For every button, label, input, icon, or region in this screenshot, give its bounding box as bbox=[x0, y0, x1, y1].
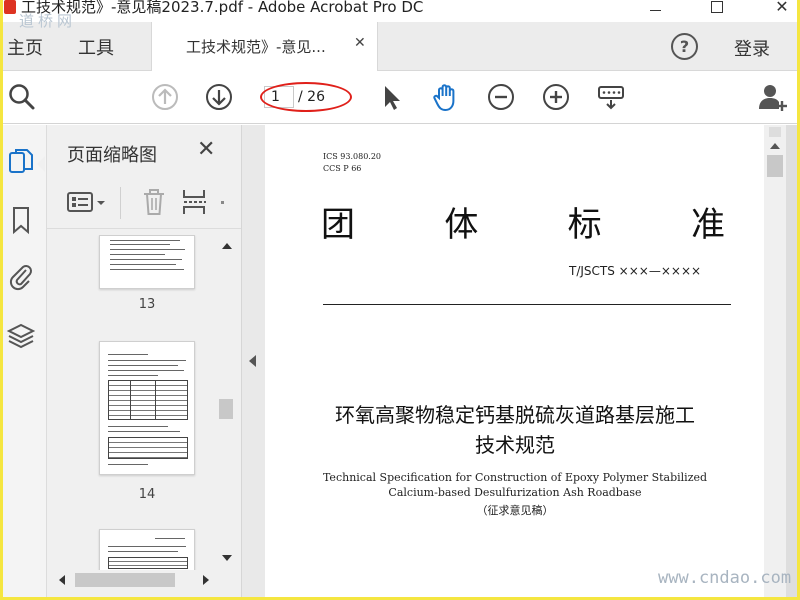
scrollbar-thumb[interactable] bbox=[767, 155, 783, 177]
scroll-down-arrow-icon[interactable] bbox=[222, 555, 232, 561]
bookmarks-icon[interactable] bbox=[7, 205, 35, 235]
red-annotation-ellipse bbox=[260, 82, 352, 112]
scroll-right-arrow-icon[interactable] bbox=[203, 575, 209, 585]
delete-page-icon[interactable] bbox=[141, 187, 167, 217]
login-button[interactable]: 登录 bbox=[734, 35, 770, 61]
doc-heading-group-standard: 团 体 标 准 bbox=[321, 197, 725, 246]
share-add-user-icon[interactable] bbox=[757, 81, 789, 113]
help-icon[interactable]: ? bbox=[671, 33, 698, 60]
page-thumbnails-panel: 页面缩略图 ✕ 13 14 bbox=[47, 125, 241, 597]
scrollbar-minimize-handle[interactable] bbox=[769, 127, 781, 137]
select-arrow-icon[interactable] bbox=[375, 81, 407, 113]
document-tab-label: 工技术规范》-意见... bbox=[186, 38, 326, 56]
watermark-top: 道桥网 bbox=[19, 12, 77, 30]
hand-tool-icon[interactable] bbox=[430, 81, 462, 113]
window-title: 工技术规范》-意见稿2023.7.pdf - Adobe Acrobat Pro… bbox=[21, 0, 424, 16]
doc-title-chinese-line2: 技术规范 bbox=[475, 433, 555, 457]
active-panel-pointer bbox=[37, 156, 45, 172]
tools-tab[interactable]: 工具 bbox=[78, 34, 114, 60]
panel-divider[interactable] bbox=[241, 125, 265, 597]
thumbnails-horizontal-scrollbar[interactable] bbox=[55, 571, 217, 589]
previous-page-icon[interactable] bbox=[149, 81, 181, 113]
doc-ics-code: ICS 93.080.20 bbox=[323, 152, 382, 161]
extract-pages-icon[interactable] bbox=[181, 187, 209, 217]
doc-heading-char: 体 bbox=[444, 205, 479, 245]
zoom-out-icon[interactable] bbox=[485, 81, 517, 113]
scrollbar-thumb[interactable] bbox=[75, 573, 175, 587]
thumbnail-page-15[interactable] bbox=[99, 529, 195, 570]
panel-title: 页面缩略图 bbox=[67, 145, 157, 166]
minimize-button[interactable] bbox=[647, 0, 667, 18]
maximize-button[interactable] bbox=[708, 0, 726, 16]
page-thumbnails-icon[interactable] bbox=[7, 147, 35, 177]
thumbnail-label: 13 bbox=[138, 297, 156, 312]
close-window-button[interactable]: ✕ bbox=[771, 0, 793, 17]
doc-heading-char: 团 bbox=[321, 205, 355, 245]
document-page: ICS 93.080.20 CCS P 66 团 体 标 准 T/JSCTS ×… bbox=[265, 125, 764, 597]
thumbnails-vertical-scrollbar[interactable] bbox=[217, 237, 235, 570]
toolbar-divider bbox=[120, 187, 121, 219]
thumbnail-options-icon[interactable] bbox=[67, 191, 107, 215]
watermark-bottom: www.cndao.com bbox=[658, 568, 792, 588]
zoom-in-icon[interactable] bbox=[540, 81, 572, 113]
main-toolbar: / 26 bbox=[3, 71, 797, 124]
attachments-icon[interactable] bbox=[7, 261, 35, 291]
scrollbar-thumb[interactable] bbox=[219, 399, 233, 419]
scroll-up-arrow-icon[interactable] bbox=[770, 143, 780, 149]
doc-title-english-line2: Calcium-based Desulfurization Ash Roadba… bbox=[388, 486, 642, 499]
doc-horizontal-rule bbox=[323, 304, 731, 305]
close-panel-icon[interactable]: ✕ bbox=[197, 137, 215, 162]
doc-ccs-code: CCS P 66 bbox=[323, 164, 362, 173]
thumbnail-page-14[interactable] bbox=[99, 341, 195, 475]
doc-heading-char: 标 bbox=[567, 205, 602, 245]
scroll-up-arrow-icon[interactable] bbox=[222, 243, 232, 249]
collapse-panel-arrow-icon[interactable] bbox=[249, 355, 256, 367]
close-tab-icon[interactable]: ✕ bbox=[354, 35, 366, 51]
doc-standard-number: T/JSCTS ×××—×××× bbox=[569, 264, 702, 278]
doc-draft-note: （征求意见稿） bbox=[476, 504, 554, 517]
toolbar-overflow-dot[interactable] bbox=[221, 201, 224, 204]
document-vertical-scrollbar[interactable] bbox=[764, 125, 786, 597]
doc-title-english-line1: Technical Specification for Construction… bbox=[322, 471, 708, 484]
acrobat-app-icon bbox=[4, 0, 16, 14]
thumbnail-list: 13 14 bbox=[47, 235, 215, 570]
search-icon[interactable] bbox=[6, 81, 38, 113]
home-tab[interactable]: 主页 bbox=[7, 34, 43, 60]
layers-icon[interactable] bbox=[7, 321, 35, 351]
thumbnail-page-13[interactable] bbox=[99, 235, 195, 289]
right-panel-edge bbox=[786, 125, 797, 597]
tab-bar: 主页 工具 工技术规范》-意见... ✕ ? 登录 bbox=[3, 22, 797, 71]
acrobat-window: 工技术规范》-意见稿2023.7.pdf - Adobe Acrobat Pro… bbox=[3, 0, 797, 597]
doc-title-chinese-line1: 环氧高聚物稳定钙基脱硫灰道路基层施工 bbox=[335, 403, 695, 427]
left-navigation-rail bbox=[3, 125, 47, 597]
doc-heading-char: 准 bbox=[690, 205, 725, 245]
scroll-mode-icon[interactable] bbox=[595, 81, 627, 113]
scroll-left-arrow-icon[interactable] bbox=[59, 575, 65, 585]
thumbnails-toolbar bbox=[47, 177, 241, 229]
page-number-control: / 26 bbox=[258, 82, 352, 112]
thumbnail-label: 14 bbox=[138, 487, 156, 502]
title-bar: 工技术规范》-意见稿2023.7.pdf - Adobe Acrobat Pro… bbox=[3, 0, 797, 22]
document-tab[interactable]: 工技术规范》-意见... ✕ bbox=[151, 22, 378, 71]
next-page-icon[interactable] bbox=[203, 81, 235, 113]
